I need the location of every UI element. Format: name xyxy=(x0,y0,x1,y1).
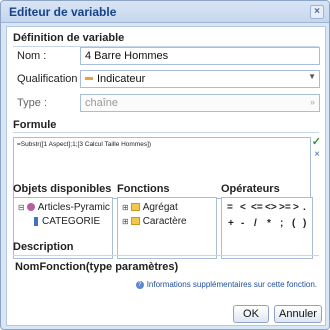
operator-button[interactable]: - xyxy=(241,218,244,229)
qualification-label: Qualification : xyxy=(17,73,84,85)
operator-button[interactable]: <= xyxy=(251,202,263,213)
variable-editor-dialog: Editeur de variable × Définition de vari… xyxy=(0,0,330,330)
divider xyxy=(13,132,319,133)
check-icon[interactable]: ✓ xyxy=(312,135,321,148)
universe-icon xyxy=(26,203,35,212)
dimension-icon xyxy=(34,216,38,226)
chevron-down-icon[interactable]: ▼ xyxy=(308,72,316,81)
operator-button[interactable]: >= xyxy=(279,202,291,213)
expand-icon[interactable]: ⊞ xyxy=(122,217,129,226)
name-input[interactable]: 4 Barre Hommes xyxy=(80,47,320,65)
folder-icon xyxy=(130,203,140,212)
operator-button[interactable]: ) xyxy=(303,218,306,229)
dialog-title: Editeur de variable xyxy=(9,5,117,19)
dialog-body: Définition de variable Nom : 4 Barre Hom… xyxy=(6,26,326,326)
tree-item[interactable]: ⊞ Caractère xyxy=(122,216,187,227)
operator-button[interactable]: <> xyxy=(265,202,277,213)
tree-item-label: Agrégat xyxy=(142,202,178,213)
operator-button[interactable]: = xyxy=(227,202,233,213)
help-icon: ? xyxy=(135,280,144,289)
description-heading: Description xyxy=(13,241,74,253)
operators-heading: Opérateurs xyxy=(221,183,280,195)
tree-item[interactable]: CATEGORIE xyxy=(34,216,100,227)
type-value: chaîne xyxy=(85,97,119,109)
operator-button[interactable]: + xyxy=(228,218,234,229)
info-link-text[interactable]: Informations supplémentaires sur cette f… xyxy=(147,280,317,289)
type-field: chaîne » xyxy=(80,94,320,112)
chevrons-right-icon: » xyxy=(309,97,315,107)
type-label: Type : xyxy=(17,97,47,109)
collapse-icon[interactable]: ⊟ xyxy=(18,203,25,212)
description-text: NomFonction(type paramètres) xyxy=(15,261,179,273)
functions-heading: Fonctions xyxy=(117,183,170,195)
operators-panel: = < <= <> >= > . + - / * ; ( ) xyxy=(221,197,313,259)
objects-heading: Objets disponibles xyxy=(13,183,112,195)
close-icon[interactable]: × xyxy=(314,149,320,160)
tree-item-label: Articles-Pyramic xyxy=(37,202,110,213)
operator-button[interactable]: * xyxy=(267,218,271,229)
tree-item[interactable]: ⊟ Articles-Pyramic xyxy=(18,202,110,213)
expand-icon[interactable]: ⊞ xyxy=(122,203,129,212)
ok-button[interactable]: OK xyxy=(233,305,269,323)
cancel-button[interactable]: Annuler xyxy=(274,305,322,323)
operator-button[interactable]: . xyxy=(303,202,306,213)
folder-icon xyxy=(130,217,140,226)
tree-item[interactable]: ⊞ Agrégat xyxy=(122,202,178,213)
title-bar[interactable]: Editeur de variable × xyxy=(1,1,329,23)
qualification-select[interactable]: Indicateur ▼ xyxy=(80,70,320,88)
measure-icon xyxy=(85,76,93,80)
qualification-value: Indicateur xyxy=(97,73,146,85)
divider xyxy=(13,255,319,256)
name-label: Nom : xyxy=(17,50,47,62)
operator-button[interactable]: < xyxy=(240,202,246,213)
tree-item-label: Caractère xyxy=(142,216,187,227)
operator-button[interactable]: / xyxy=(254,218,257,229)
info-link[interactable]: ? Informations supplémentaires sur cette … xyxy=(135,280,317,289)
close-icon[interactable]: × xyxy=(310,5,324,19)
formula-heading: Formule xyxy=(13,119,57,131)
formula-text: =Substr([1 Aspect];1;[3 Calcul Taille Ho… xyxy=(17,141,152,148)
tree-item-label: CATEGORIE xyxy=(42,216,101,227)
operator-button[interactable]: > xyxy=(293,202,299,213)
operator-button[interactable]: ( xyxy=(292,218,295,229)
functions-tree[interactable]: ⊞ Agrégat ⊞ Caractère xyxy=(117,197,217,259)
operator-button[interactable]: ; xyxy=(280,218,283,229)
definition-heading: Définition de variable xyxy=(13,32,125,44)
